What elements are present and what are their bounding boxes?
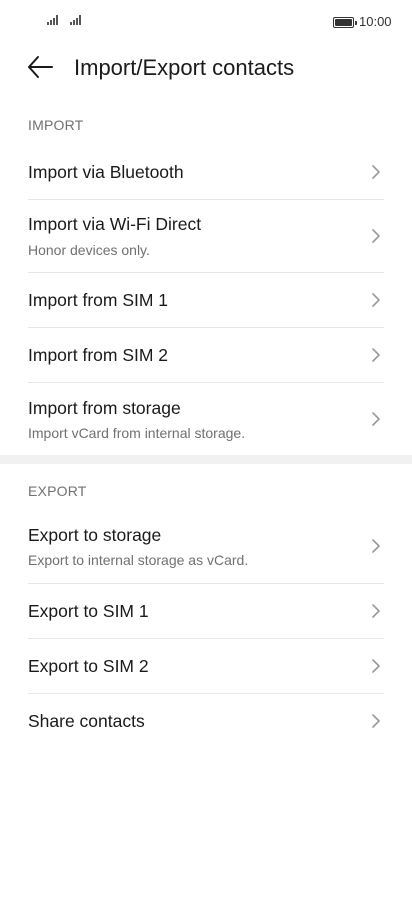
item-label: Import from SIM 1 (28, 290, 169, 310)
section-label-export: EXPORT (28, 483, 87, 499)
back-arrow-icon[interactable] (26, 54, 54, 80)
chevron-right-icon (372, 659, 380, 673)
chevron-right-icon (372, 604, 380, 618)
item-label: Export to storage (28, 525, 162, 545)
list-item-share-contacts[interactable]: Share contacts (0, 694, 412, 749)
chevron-right-icon (372, 539, 380, 553)
list-item-import-storage[interactable]: Import from storage Import vCard from in… (0, 383, 412, 455)
list-item-import-sim2[interactable]: Import from SIM 2 (0, 328, 412, 383)
list-item-import-wifi-direct[interactable]: Import via Wi-Fi Direct Honor devices on… (0, 200, 412, 273)
item-label: Import from storage (28, 398, 181, 418)
item-subtitle: Export to internal storage as vCard. (28, 552, 249, 568)
item-label: Import via Bluetooth (28, 162, 184, 182)
list-item-import-bluetooth[interactable]: Import via Bluetooth (0, 145, 412, 200)
signal-icon (70, 15, 81, 25)
clock: 10:00 (359, 14, 392, 29)
item-label: Export to SIM 1 (28, 601, 149, 621)
chevron-right-icon (372, 714, 380, 728)
item-label: Export to SIM 2 (28, 656, 149, 676)
chevron-right-icon (372, 229, 380, 243)
item-label: Import via Wi-Fi Direct (28, 214, 202, 234)
status-bar: 10:00 (0, 0, 412, 44)
section-label-import: IMPORT (28, 117, 84, 133)
chevron-right-icon (372, 348, 380, 362)
item-label: Import from SIM 2 (28, 345, 169, 365)
item-label: Share contacts (28, 711, 145, 731)
list-item-export-storage[interactable]: Export to storage Export to internal sto… (0, 511, 412, 584)
chevron-right-icon (372, 165, 380, 179)
battery-icon (333, 17, 357, 28)
chevron-right-icon (372, 293, 380, 307)
list-item-export-sim2[interactable]: Export to SIM 2 (0, 639, 412, 694)
header: Import/Export contacts (0, 44, 412, 92)
page-title: Import/Export contacts (74, 55, 295, 80)
list-item-export-sim1[interactable]: Export to SIM 1 (0, 584, 412, 639)
chevron-right-icon (372, 412, 380, 426)
list-item-import-sim1[interactable]: Import from SIM 1 (0, 273, 412, 328)
item-subtitle: Import vCard from internal storage. (28, 425, 246, 441)
item-subtitle: Honor devices only. (28, 242, 150, 258)
signal-icon (47, 15, 58, 25)
section-divider (0, 455, 412, 464)
